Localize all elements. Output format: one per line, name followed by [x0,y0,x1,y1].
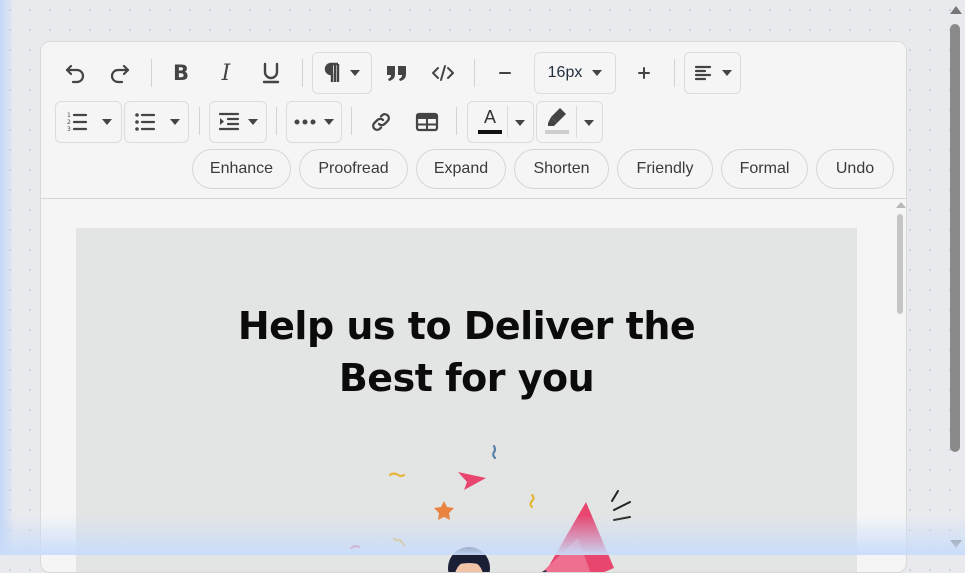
table-icon [415,111,439,133]
increase-font-size-button[interactable] [624,56,664,90]
italic-button[interactable]: I [206,56,246,90]
text-color-swatch [478,130,502,134]
page-scroll-thumb[interactable] [950,24,960,452]
text-color-button[interactable]: A [476,106,504,138]
headline-line-2: Best for you [76,352,857,404]
scroll-up-arrow-icon[interactable] [950,6,962,14]
headline[interactable]: Help us to Deliver the Best for you [76,300,857,404]
chevron-down-icon [248,119,258,125]
decrease-font-size-button[interactable] [485,56,525,90]
highlight-color-swatch [545,130,569,134]
insert-link-button[interactable] [361,105,401,139]
toolbar-separator [474,59,475,87]
undo-icon [63,61,87,85]
align-left-icon [694,64,714,82]
code-button[interactable] [423,56,463,90]
paper-plane-icon [458,472,486,490]
friendly-button[interactable]: Friendly [617,149,713,189]
toolbar-separator [276,107,277,135]
svg-text:2: 2 [67,119,71,126]
svg-text:I: I [221,62,232,84]
redo-icon [108,61,132,85]
svg-text:1: 1 [67,112,71,119]
editor-scroll-thumb[interactable] [897,214,903,314]
highlight-color-dropdown[interactable] [536,101,603,143]
undo-ai-button[interactable]: Undo [816,149,894,189]
underline-button[interactable] [251,56,291,90]
bold-icon: B [171,62,191,84]
font-size-select[interactable]: 16px [534,52,616,94]
insert-table-button[interactable] [407,105,447,139]
scroll-down-arrow-icon[interactable] [950,540,962,548]
redo-button[interactable] [100,56,140,90]
numbered-list-icon: 123 [66,111,88,133]
page-scrollbar[interactable] [947,0,965,555]
italic-icon: I [216,62,236,84]
headline-line-1: Help us to Deliver the [76,300,857,352]
font-size-value: 16px [548,64,583,82]
numbered-list-dropdown[interactable]: 123 [55,101,122,143]
underline-icon [260,61,282,85]
chevron-down-icon [584,120,594,126]
expand-button[interactable]: Expand [416,149,506,189]
proofread-button[interactable]: Proofread [299,149,408,189]
editor-scrollbar[interactable] [896,200,906,570]
chevron-down-icon [592,70,602,76]
confetti [351,446,534,548]
split-divider [576,106,577,138]
editor-toolbar: B I 16px [41,42,906,199]
split-divider [507,106,508,138]
chevron-down-icon [515,120,525,126]
minus-icon [497,65,513,81]
chevron-down-icon [170,119,180,125]
toolbar-separator [199,107,200,135]
block-format-dropdown[interactable] [312,52,372,94]
quote-icon [385,62,409,84]
bold-button[interactable]: B [161,56,201,90]
chevron-down-icon [722,70,732,76]
chevron-down-icon [102,119,112,125]
chevron-down-icon [324,119,334,125]
undo-button[interactable] [55,56,95,90]
formal-button[interactable]: Formal [721,149,808,189]
enhance-button[interactable]: Enhance [192,149,291,189]
highlighter-icon [546,106,568,128]
email-content-block[interactable]: Help us to Deliver the Best for you [76,228,857,573]
toolbar-separator [151,59,152,87]
toolbar-separator [456,107,457,135]
toolbar-separator [351,107,352,135]
svg-text:B: B [173,62,189,84]
toolbar-separator [302,59,303,87]
shorten-button[interactable]: Shorten [514,149,609,189]
star-icon [434,501,454,520]
scroll-up-arrow-icon[interactable] [896,202,906,208]
align-dropdown[interactable] [684,52,741,94]
rich-text-editor: B I 16px [40,41,907,573]
megaphone-illustration [296,428,656,573]
plus-icon [636,65,652,81]
left-glow [0,0,14,555]
more-dots-icon [294,118,316,126]
more-options-dropdown[interactable] [286,101,342,143]
paragraph-icon [324,62,342,84]
bullet-list-icon [134,111,156,133]
code-icon [431,63,455,83]
link-icon [369,110,393,134]
toolbar-separator [674,59,675,87]
svg-text:3: 3 [67,126,71,133]
indent-dropdown[interactable] [209,101,267,143]
highlight-color-button[interactable] [542,106,572,138]
text-color-dropdown[interactable]: A [467,101,534,143]
text-color-letter: A [484,106,496,128]
indent-icon [218,112,240,132]
blockquote-button[interactable] [377,56,417,90]
chevron-down-icon [350,70,360,76]
bullet-list-dropdown[interactable] [124,101,189,143]
